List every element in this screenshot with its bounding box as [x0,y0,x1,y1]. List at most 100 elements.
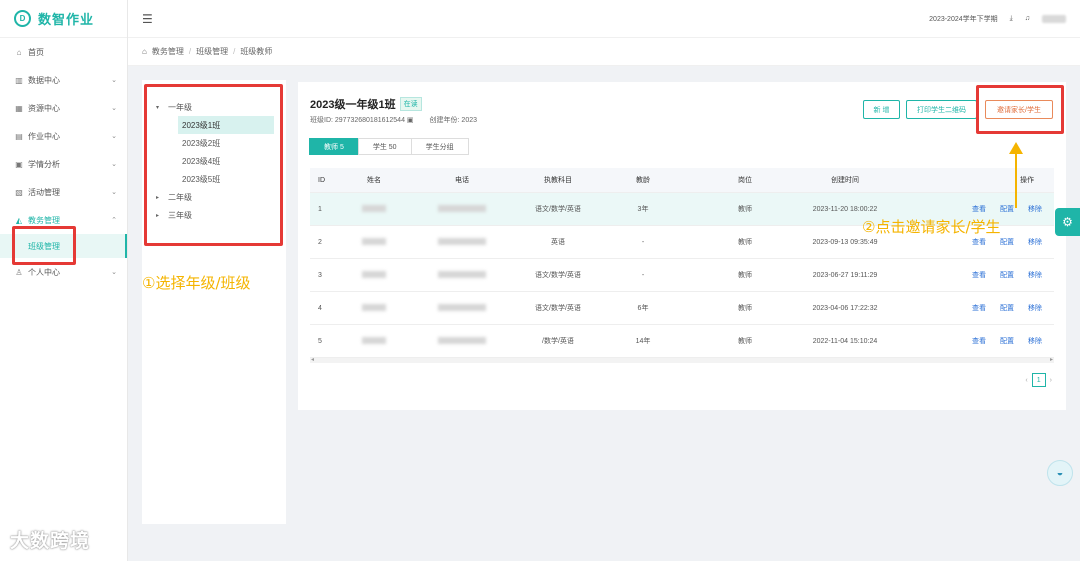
page-number[interactable]: 1 [1031,373,1046,387]
breadcrumb-item[interactable]: 班级管理 [196,46,228,57]
annotation-arrow-line [1015,152,1017,208]
cell-post: 教师 [738,338,752,345]
remove-link[interactable]: 移除 [1028,303,1042,313]
annotation-step-1: ①选择年级/班级 [142,274,251,292]
config-link[interactable]: 配置 [1000,270,1014,280]
highlight-box-class-management [12,226,76,265]
sidebar-item-learning-analysis[interactable]: ▣ 学情分析 ⌄ [0,150,127,178]
table-row: 3 语文/数学/英语 - 教师 2023-06-27 19:11:29 查看 配… [310,259,1054,292]
column-header: ID [318,176,325,184]
config-link[interactable]: 配置 [1000,303,1014,313]
download-icon[interactable]: ⤓ [1010,15,1013,23]
chevron-down-icon: ⌄ [111,269,117,276]
cell-phone [414,204,510,214]
highlight-box-invite [976,85,1064,134]
view-link[interactable]: 查看 [972,303,986,313]
top-header: ☰ 2023-2024学年下学期 ⤓ ♫ [128,0,1080,38]
cell-teaching-age: 14年 [635,338,651,345]
cell-post: 教师 [738,305,752,312]
cell-name [334,237,414,247]
config-link[interactable]: 配置 [1000,336,1014,346]
chart-icon: ▥ [15,75,23,85]
cell-teaching-age: - [641,238,645,246]
avatar[interactable] [1042,14,1066,23]
status-badge: 在读 [399,97,422,111]
cell-ops: 查看 配置 移除 [880,204,1054,214]
cell-subject: 英语 [551,239,565,246]
cell-ops: 查看 配置 移除 [880,237,1054,247]
sidebar-item-label: 数据中心 [28,75,60,85]
column-header: 教龄 [636,177,650,184]
assistant-robot-icon[interactable]: ◒ [1047,460,1073,486]
redacted-phone [438,336,486,344]
cell-created-time: 2022-11-04 15:10:24 [812,337,878,345]
chevron-down-icon: ⌄ [111,105,117,112]
add-button[interactable]: 新 增 [863,100,900,119]
sidebar-item-activity[interactable]: ▧ 活动管理 ⌄ [0,178,127,206]
table-header: ID 姓名 电话 执教科目 教龄 岗位 创建时间 操作 [310,168,1054,193]
cell-phone [414,336,510,346]
horizontal-scrollbar[interactable] [310,356,1054,363]
tab-student-groups[interactable]: 学生分组 [410,138,469,155]
term-selector[interactable]: 2023-2024学年下学期 [929,14,997,24]
remove-link[interactable]: 移除 [1028,270,1042,280]
chevron-up-icon: ⌃ [111,217,117,224]
edit-icon: ▤ [15,131,23,141]
bell-icon[interactable]: ♫ [1025,15,1030,22]
breadcrumb-item-current: 班级教师 [240,47,273,56]
print-qr-button[interactable]: 打印学生二维码 [906,100,977,119]
home-icon[interactable]: ⌂ [142,47,147,56]
cell-ops: 查看 配置 移除 [880,303,1054,313]
cell-teaching-age: 3年 [637,206,649,213]
sidebar-item-data-center[interactable]: ▥ 数据中心 ⌄ [0,66,127,94]
sidebar-item-home[interactable]: ⌂ 首页 [0,38,127,66]
column-header: 姓名 [367,177,381,184]
view-link[interactable]: 查看 [972,237,986,247]
sidebar-item-label: 作业中心 [28,131,60,141]
menu-toggle-icon[interactable]: ☰ [142,12,153,26]
table-row: 5 /数学/英语 14年 教师 2022-11-04 15:10:24 查看 配… [310,325,1054,358]
sidebar-item-label: 个人中心 [28,267,60,277]
class-detail-card: 2023级一年级1班 在读 班级ID: 297732680181612544 ▣… [298,82,1066,410]
class-id: 班级ID: 297732680181612544 ▣ [310,117,414,124]
column-header: 执教科目 [544,177,572,184]
cell-created-time: 2023-11-20 18:00:22 [812,205,878,213]
sidebar-item-label: 教务管理 [28,215,60,225]
config-link[interactable]: 配置 [1000,237,1014,247]
remove-link[interactable]: 移除 [1028,237,1042,247]
cell-phone [414,303,510,313]
column-header: 岗位 [738,177,752,184]
cell-id: 3 [318,271,322,279]
calendar-icon: ▧ [15,187,23,197]
cell-post: 教师 [738,272,752,279]
class-meta: 班级ID: 297732680181612544 ▣ 创建年份: 2023 [310,115,477,125]
sidebar-item-homework-center[interactable]: ▤ 作业中心 ⌄ [0,122,127,150]
cell-phone [414,270,510,280]
table-row: 4 语文/数学/英语 6年 教师 2023-04-06 17:22:32 查看 … [310,292,1054,325]
redacted-name [362,336,386,344]
prev-page-icon[interactable]: ‹ [1025,377,1027,384]
logo[interactable]: D 数智作业 [0,0,127,38]
cell-created-time: 2023-06-27 19:11:29 [812,271,878,279]
cell-ops: 查看 配置 移除 [880,336,1054,346]
view-link[interactable]: 查看 [972,270,986,280]
redacted-name [362,204,386,212]
view-link[interactable]: 查看 [972,336,986,346]
view-link[interactable]: 查看 [972,204,986,214]
class-title: 2023级一年级1班 在读 [310,96,422,112]
tab-teachers[interactable]: 教师 5 [309,138,359,155]
config-link[interactable]: 配置 [1000,204,1014,214]
remove-link[interactable]: 移除 [1028,204,1042,214]
sidebar-item-resource-center[interactable]: ▦ 资源中心 ⌄ [0,94,127,122]
breadcrumb-separator: / [188,47,192,56]
breadcrumb-item[interactable]: 教务管理 [152,46,184,57]
cell-id: 1 [318,205,322,213]
remove-link[interactable]: 移除 [1028,336,1042,346]
tab-students[interactable]: 学生 50 [357,138,412,155]
cell-created-time: 2023-04-06 17:22:32 [812,304,878,312]
column-header: 操作 [1020,177,1034,184]
chevron-down-icon: ⌄ [111,189,117,196]
next-page-icon[interactable]: › [1050,377,1052,384]
column-header: 创建时间 [831,177,859,184]
settings-icon[interactable]: ⚙ [1055,208,1080,236]
